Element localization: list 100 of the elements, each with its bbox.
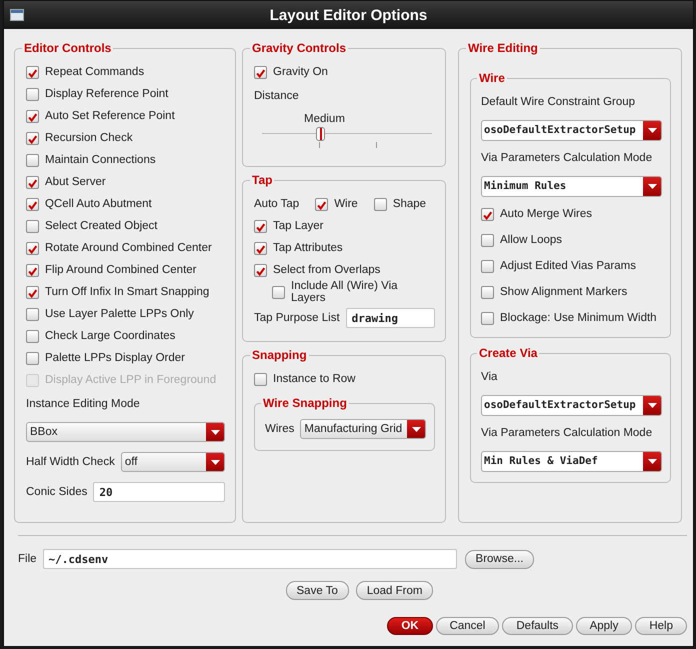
checkbox[interactable] xyxy=(374,198,387,210)
checkbox[interactable] xyxy=(26,88,39,100)
panel-title: Editor Controls xyxy=(23,41,112,55)
checkbox-label[interactable]: Gravity On xyxy=(273,66,328,78)
checkbox[interactable] xyxy=(26,352,39,364)
checkbox-label[interactable]: Wire xyxy=(334,198,358,210)
field-label: Via xyxy=(481,370,498,385)
field-label: Wires xyxy=(265,423,294,435)
checkbox[interactable] xyxy=(26,132,39,144)
checkbox-label[interactable]: Select Created Object xyxy=(45,220,158,232)
dropdown[interactable]: Min Rules & ViaDef xyxy=(481,450,662,472)
panel-title: Tap xyxy=(251,173,274,187)
dropdown[interactable]: osoDefaultExtractorSetup xyxy=(481,394,662,416)
checkbox-label[interactable]: Abut Server xyxy=(45,176,106,188)
dropdown[interactable]: Manufacturing Grid xyxy=(300,419,426,439)
checkbox-label[interactable]: Turn Off Infix In Smart Snapping xyxy=(45,286,210,298)
dropdown[interactable]: BBox xyxy=(26,422,225,442)
checkbox[interactable] xyxy=(26,198,39,210)
checkbox-label[interactable]: Palette LPPs Display Order xyxy=(45,352,185,364)
slider-thumb[interactable] xyxy=(316,127,325,141)
dropdown[interactable]: Minimum Rules xyxy=(481,176,662,196)
checkbox[interactable] xyxy=(26,176,39,188)
text-field[interactable]: drawing xyxy=(346,308,435,328)
checkbox-label[interactable]: Tap Attributes xyxy=(273,242,343,254)
caret-icon xyxy=(643,120,661,140)
button[interactable]: OK xyxy=(387,617,433,635)
button[interactable]: Defaults xyxy=(502,617,573,635)
window-title: Layout Editor Options xyxy=(268,6,428,24)
checkbox-label[interactable]: Shape xyxy=(392,198,426,210)
field-label: File xyxy=(18,553,37,565)
checkbox-label[interactable]: Blockage: Use Minimum Width xyxy=(500,312,657,324)
caret-icon xyxy=(407,420,425,438)
checkbox[interactable] xyxy=(26,264,39,276)
checkbox-label[interactable]: Rotate Around Combined Center xyxy=(45,242,212,254)
checkbox[interactable] xyxy=(26,242,39,254)
checkbox[interactable] xyxy=(26,286,39,298)
group-title: Wire xyxy=(478,71,506,85)
button[interactable]: Load From xyxy=(356,581,434,600)
checkbox[interactable] xyxy=(26,220,39,232)
checkbox[interactable] xyxy=(254,372,267,386)
caret-icon xyxy=(206,453,224,471)
checkbox[interactable] xyxy=(315,198,328,210)
checkbox-label[interactable]: Show Alignment Markers xyxy=(500,286,628,298)
checkbox-label[interactable]: Select from Overlaps xyxy=(273,264,380,276)
field-label: Conic Sides xyxy=(26,486,88,498)
checkbox-label[interactable]: Adjust Edited Vias Params xyxy=(500,260,636,272)
dropdown[interactable]: off xyxy=(120,452,225,472)
checkbox[interactable] xyxy=(254,242,267,254)
checkbox[interactable] xyxy=(254,66,267,78)
checkbox[interactable] xyxy=(481,286,494,298)
panel-title: Wire Editing xyxy=(467,41,539,55)
field-label: Instance Editing Mode xyxy=(26,397,141,412)
window-icon xyxy=(10,9,24,21)
group-title: Create Via xyxy=(478,346,538,360)
checkbox-label[interactable]: Maintain Connections xyxy=(45,154,156,166)
field-label: Auto Tap xyxy=(254,198,300,210)
file-path-field[interactable]: ~/.cdsenv xyxy=(42,549,457,569)
dropdown[interactable]: osoDefaultExtractorSetup xyxy=(481,120,662,140)
checkbox-label[interactable]: Auto Merge Wires xyxy=(500,208,592,220)
checkbox-label[interactable]: Allow Loops xyxy=(500,234,562,246)
checkbox-label[interactable]: Check Large Coordinates xyxy=(45,330,176,342)
button[interactable]: Help xyxy=(635,617,687,635)
button[interactable]: Save To xyxy=(286,581,349,600)
checkbox[interactable] xyxy=(254,220,267,232)
checkbox-label[interactable]: Recursion Check xyxy=(45,132,133,144)
checkbox-label[interactable]: Include All (Wire) Via Layers xyxy=(291,280,435,304)
checkbox-label[interactable]: Use Layer Palette LPPs Only xyxy=(45,308,194,320)
checkbox[interactable] xyxy=(254,264,267,276)
caret-icon xyxy=(643,452,661,470)
checkbox[interactable] xyxy=(26,154,39,166)
checkbox[interactable] xyxy=(481,234,494,246)
checkbox[interactable] xyxy=(272,286,285,298)
button[interactable]: Cancel xyxy=(436,617,500,635)
checkbox-label[interactable]: Repeat Commands xyxy=(45,66,144,78)
checkbox[interactable] xyxy=(481,260,494,272)
checkbox[interactable] xyxy=(26,330,39,342)
field-label: Via Parameters Calculation Mode xyxy=(481,151,654,166)
panel-title: Snapping xyxy=(251,348,308,362)
checkbox-label[interactable]: Display Reference Point xyxy=(45,88,168,100)
field-label: Distance xyxy=(254,89,300,104)
checkbox[interactable] xyxy=(26,308,39,320)
checkbox-label[interactable]: Tap Layer xyxy=(273,220,324,232)
checkbox[interactable] xyxy=(26,66,39,78)
field-label: Half Width Check xyxy=(26,456,115,468)
group-title: Wire Snapping xyxy=(262,396,348,410)
checkbox-label[interactable]: Instance to Row xyxy=(273,373,356,385)
button[interactable]: Apply xyxy=(576,617,632,635)
field-label: Via Parameters Calculation Mode xyxy=(481,426,654,441)
caret-icon xyxy=(643,176,661,196)
checkbox-label[interactable]: Auto Set Reference Point xyxy=(45,110,175,122)
panel-title: Gravity Controls xyxy=(251,41,348,55)
slider-value-label: Medium xyxy=(304,113,345,125)
checkbox-label[interactable]: QCell Auto Abutment xyxy=(45,198,152,210)
checkbox[interactable] xyxy=(481,208,494,220)
browse-button[interactable]: Browse... xyxy=(464,550,534,568)
tick-marks xyxy=(319,142,377,148)
text-field[interactable]: 20 xyxy=(93,482,225,502)
checkbox[interactable] xyxy=(481,312,494,324)
checkbox[interactable] xyxy=(26,110,39,122)
checkbox-label[interactable]: Flip Around Combined Center xyxy=(45,264,196,276)
